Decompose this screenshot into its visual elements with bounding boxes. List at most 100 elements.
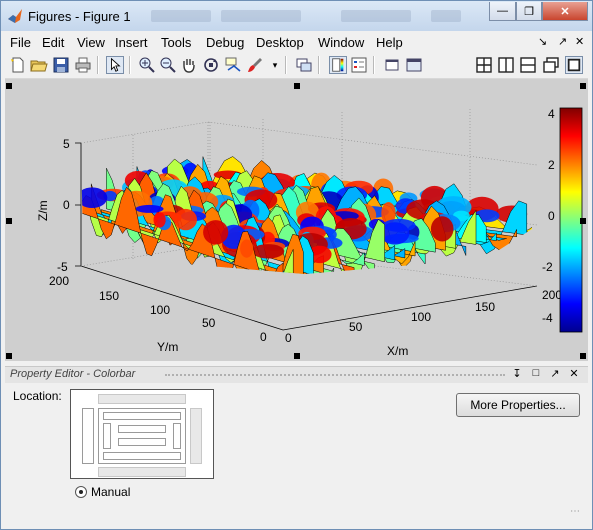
surface-plot[interactable]: 5 0 -5 Z/m 200 150 100 50 0 Y/m 0 50 100…	[5, 79, 588, 361]
zoom-out-icon[interactable]	[159, 56, 177, 74]
surface-patch	[203, 220, 229, 245]
manual-label: Manual	[91, 485, 131, 499]
location-west[interactable]	[103, 423, 111, 449]
property-editor-body: Location: Manual More Properties... ⋯	[5, 383, 588, 523]
location-north[interactable]	[103, 412, 181, 420]
split-rows-icon[interactable]	[519, 56, 537, 74]
rotate-3d-icon[interactable]	[202, 56, 220, 74]
menu-file[interactable]: File	[10, 35, 31, 50]
location-east-outside[interactable]	[190, 408, 202, 464]
manual-radio[interactable]	[75, 486, 87, 498]
surface-patch	[153, 212, 166, 228]
open-folder-icon[interactable]	[30, 56, 48, 74]
menu-window[interactable]: Window	[318, 35, 364, 50]
legend-icon[interactable]	[350, 56, 368, 74]
selection-handle[interactable]	[6, 353, 12, 359]
link-plot-icon[interactable]	[295, 56, 313, 74]
y-axis-label: Y/m	[157, 340, 178, 354]
location-east[interactable]	[173, 423, 181, 449]
figure-window: Figures - Figure 1 — ❐ ✕ File Edit View …	[0, 0, 593, 530]
property-editor-title: Property Editor - Colorbar	[10, 368, 140, 380]
menu-desktop[interactable]: Desktop	[256, 35, 304, 50]
figure-canvas: 5 0 -5 Z/m 200 150 100 50 0 Y/m 0 50 100…	[5, 79, 588, 361]
restore-button[interactable]: ❐	[516, 2, 542, 21]
figure-toolbar: ▾	[5, 53, 588, 79]
data-cursor-icon[interactable]	[224, 56, 242, 74]
colorbar-tick-label: 0	[548, 209, 555, 223]
maximize-panel-icon[interactable]: □	[529, 367, 543, 379]
x-tick-label: 50	[349, 320, 363, 334]
y-tick-label: 200	[49, 274, 69, 288]
selection-handle[interactable]	[294, 83, 300, 89]
hide-tools-icon[interactable]	[383, 56, 401, 74]
close-button[interactable]: ✕	[542, 2, 588, 21]
zoom-in-icon[interactable]	[138, 56, 156, 74]
surface-patch	[251, 244, 285, 259]
x-tick-label: 150	[475, 300, 495, 314]
colorbar-tick-label: 4	[548, 107, 555, 121]
selection-handle[interactable]	[6, 218, 12, 224]
pan-icon[interactable]	[180, 56, 198, 74]
selection-handle[interactable]	[6, 83, 12, 89]
location-picker[interactable]	[70, 389, 214, 479]
pointer-icon[interactable]	[106, 56, 124, 74]
location-center-top	[118, 425, 166, 433]
location-south-outside[interactable]	[98, 467, 186, 477]
surface-patch	[135, 204, 164, 213]
menu-help[interactable]: Help	[376, 35, 403, 50]
more-properties-button[interactable]: More Properties...	[456, 393, 580, 417]
minimize-button[interactable]: —	[489, 2, 516, 21]
show-tools-icon[interactable]	[405, 56, 423, 74]
selection-handle[interactable]	[580, 83, 586, 89]
y-tick-label: 100	[150, 303, 170, 317]
surface-mesh	[81, 156, 532, 274]
maximize-icon[interactable]	[565, 56, 583, 74]
colorbar-tick-label: -4	[542, 311, 553, 325]
colorbar-icon[interactable]	[329, 56, 347, 74]
selection-handle[interactable]	[580, 218, 586, 224]
location-north-outside[interactable]	[98, 394, 186, 404]
split-columns-icon[interactable]	[497, 56, 515, 74]
surface-patch	[430, 216, 454, 242]
grid-layout-icon[interactable]	[475, 56, 493, 74]
z-tick-label: 5	[63, 137, 70, 151]
brush-icon[interactable]	[246, 56, 264, 74]
x-tick-label: 0	[285, 331, 292, 345]
close-panel-icon[interactable]: ✕	[567, 367, 581, 380]
title-bar: Figures - Figure 1 — ❐ ✕	[1, 1, 592, 31]
float-icon[interactable]	[542, 56, 560, 74]
new-file-icon[interactable]	[9, 56, 27, 74]
selection-handle[interactable]	[294, 353, 300, 359]
undock-icon[interactable]: ↗	[558, 35, 567, 48]
resize-grip-icon[interactable]: ⋯	[570, 506, 580, 517]
dock-arrow-icon[interactable]: ↧	[510, 367, 524, 380]
z-tick-label: -5	[57, 260, 68, 274]
property-editor-header: Property Editor - Colorbar ↧ □ ↗ ✕	[5, 366, 588, 383]
z-axis: 5 0 -5 Z/m	[36, 137, 81, 274]
dropdown-arrow-icon[interactable]: ▾	[266, 56, 284, 74]
menu-insert[interactable]: Insert	[115, 35, 148, 50]
menu-edit[interactable]: Edit	[42, 35, 64, 50]
colorbar-tick-label: -2	[542, 260, 553, 274]
z-axis-label: Z/m	[36, 200, 50, 221]
z-tick-label: 0	[63, 198, 70, 212]
surface-patch	[240, 239, 254, 258]
x-tick-label: 200	[542, 288, 562, 302]
undock-icon[interactable]: ↗	[548, 367, 562, 380]
menu-view[interactable]: View	[77, 35, 105, 50]
location-west-outside[interactable]	[82, 408, 94, 464]
x-axis: 0 50 100 150 200 X/m	[285, 288, 562, 358]
colorbar-tick-label: 2	[548, 158, 555, 172]
dock-arrow-icon[interactable]: ↘	[538, 35, 547, 48]
y-tick-label: 50	[202, 316, 216, 330]
location-south[interactable]	[103, 452, 181, 460]
menu-tools[interactable]: Tools	[161, 35, 191, 50]
menu-debug[interactable]: Debug	[206, 35, 244, 50]
y-axis: 200 150 100 50 0 Y/m	[49, 274, 267, 354]
matlab-icon	[8, 9, 22, 23]
selection-handle[interactable]	[580, 353, 586, 359]
print-icon[interactable]	[74, 56, 92, 74]
window-title: Figures - Figure 1	[28, 9, 131, 24]
save-icon[interactable]	[52, 56, 70, 74]
close-doc-icon[interactable]: ✕	[575, 35, 584, 48]
